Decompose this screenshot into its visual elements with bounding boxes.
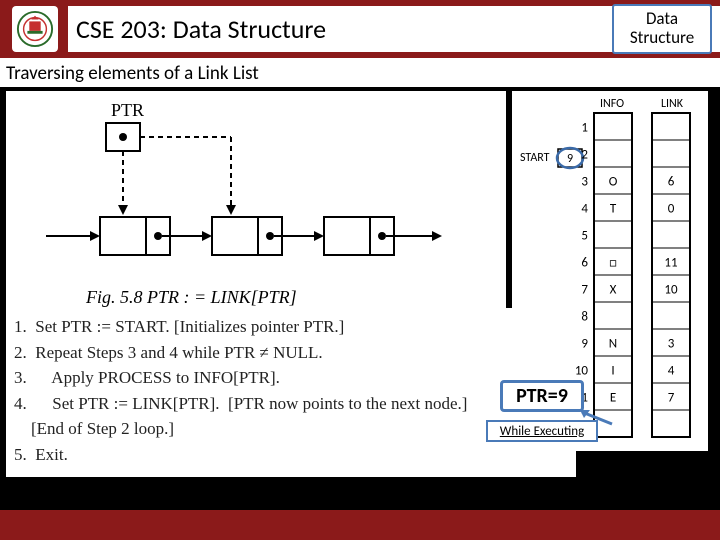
footer-bar: [0, 510, 720, 540]
algorithm-line: 3. Apply PROCESS to INFO[PTR].: [14, 365, 568, 391]
svg-text:10: 10: [664, 283, 678, 298]
svg-text:4: 4: [668, 364, 675, 379]
svg-text:0: 0: [668, 202, 675, 217]
svg-text:7: 7: [668, 391, 675, 406]
svg-text:T: T: [610, 202, 617, 217]
svg-text:O: O: [609, 175, 618, 190]
svg-text:INFO: INFO: [600, 97, 624, 111]
algorithm-line: 5. Exit.: [14, 442, 568, 468]
svg-text:3: 3: [581, 175, 588, 190]
svg-text:2: 2: [581, 148, 588, 163]
algorithm-block: 1. Set PTR := START. [Initializes pointe…: [6, 308, 576, 477]
linked-list-figure: PTR: [6, 91, 506, 321]
svg-text:9: 9: [567, 152, 573, 166]
svg-text:8: 8: [581, 310, 588, 325]
algorithm-line: 1. Set PTR := START. [Initializes pointe…: [14, 314, 568, 340]
svg-text:□: □: [609, 256, 617, 271]
svg-text:11: 11: [664, 256, 677, 271]
ptr-value-callout: PTR=9: [500, 380, 584, 412]
svg-text:9: 9: [581, 337, 588, 352]
svg-text:5: 5: [581, 229, 588, 244]
figure-caption: Fig. 5.8 PTR : = LINK[PTR]: [85, 287, 297, 307]
algorithm-line: 4. Set PTR := LINK[PTR]. [PTR now points…: [14, 391, 568, 417]
topic-badge: Data Structure: [612, 4, 712, 54]
svg-text:START: START: [520, 151, 550, 165]
exec-callout: While Executing: [486, 420, 598, 442]
svg-text:7: 7: [581, 283, 588, 298]
algorithm-line: [End of Step 2 loop.]: [14, 416, 568, 442]
algorithm-line: 2. Repeat Steps 3 and 4 while PTR ≠ NULL…: [14, 340, 568, 366]
svg-text:I: I: [611, 364, 614, 379]
svg-text:E: E: [610, 391, 616, 406]
svg-text:4: 4: [581, 202, 588, 217]
ptr-label: PTR: [111, 100, 144, 120]
svg-text:N: N: [609, 337, 617, 352]
svg-text:10: 10: [575, 364, 589, 379]
svg-text:3: 3: [668, 337, 675, 352]
slide-subtitle: Traversing elements of a Link List: [0, 58, 720, 87]
svg-text:6: 6: [581, 256, 588, 271]
university-logo: [12, 6, 58, 52]
svg-text:LINK: LINK: [661, 97, 684, 111]
svg-text:1: 1: [581, 121, 588, 136]
svg-text:X: X: [610, 283, 617, 298]
header: CSE 203: Data Structure Data Structure: [0, 0, 720, 58]
svg-text:6: 6: [668, 175, 675, 190]
